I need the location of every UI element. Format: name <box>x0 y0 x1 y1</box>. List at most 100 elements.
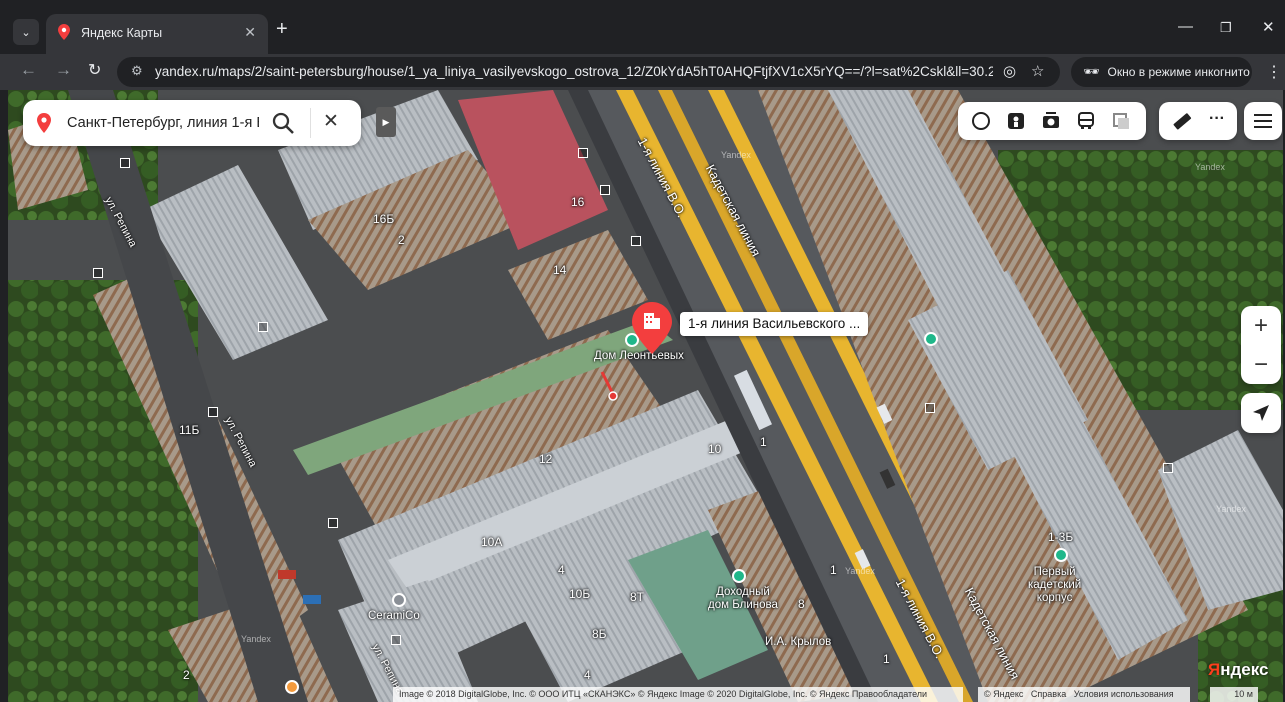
entrance-icon <box>328 518 338 528</box>
house-number-16b: 16Б <box>373 212 395 226</box>
poi-marker-icon[interactable] <box>924 332 938 346</box>
map-tools-panel: ··· <box>1159 102 1237 140</box>
entrance-number-2-lower: 2 <box>183 668 190 682</box>
watermark: Yandex <box>241 634 271 644</box>
house-number-8b: 8Б <box>592 627 607 641</box>
entrance-icon <box>120 158 130 168</box>
layers-icon[interactable] <box>1110 111 1132 131</box>
entrance-icon <box>208 407 218 417</box>
minimize-button[interactable]: — <box>1178 18 1193 35</box>
entrance-number-2: 2 <box>398 233 405 247</box>
panorama-icon[interactable] <box>1005 111 1027 131</box>
active-tab[interactable]: Яндекс Карты ✕ <box>46 14 268 54</box>
map-scale: 10 м <box>1210 687 1258 702</box>
address-bar[interactable]: ⚙ yandex.ru/maps/2/saint-petersburg/hous… <box>117 57 1060 87</box>
poi-ceramico-icon[interactable] <box>392 593 406 607</box>
poi-blinov-label[interactable]: Доходный дом Блинова <box>708 586 778 612</box>
satellite-map[interactable]: 1-я линия В.О. Кадетская линия 1-я линия… <box>8 90 1283 702</box>
entrance-icon <box>258 322 268 332</box>
search-icon[interactable] <box>271 111 297 135</box>
yandex-logo[interactable]: Яндекс <box>1208 660 1268 680</box>
entrance-number-1: 1 <box>760 435 767 449</box>
entrance-icon <box>93 268 103 278</box>
logo-text: ндекс <box>1220 660 1269 679</box>
watermark: Yandex <box>1216 504 1246 514</box>
house-number-14: 14 <box>553 263 567 277</box>
zoom-in-button[interactable]: + <box>1241 306 1281 345</box>
forward-button[interactable]: → <box>55 60 72 80</box>
help-link[interactable]: Справка <box>1031 689 1066 699</box>
entrance-number-4-lower: 4 <box>584 668 591 682</box>
main-menu-button[interactable] <box>1244 102 1282 140</box>
watermark: Yandex <box>845 566 875 576</box>
restore-button[interactable]: ❐ <box>1220 20 1232 36</box>
poi-blinov-line1: Доходный <box>716 586 770 598</box>
house-number-11b: 11Б <box>179 423 200 437</box>
entrance-number-1-bottom: 1 <box>883 652 890 666</box>
camera-icon[interactable] <box>1040 111 1062 131</box>
imagery-copyright: Image © 2018 DigitalGlobe, Inc. © ООО ИТ… <box>393 687 963 702</box>
entrance-icon <box>925 403 935 413</box>
entrance-arrow-icon <box>600 371 618 401</box>
search-box: ✕ <box>23 100 361 146</box>
browser-toolbar: ← → ↻ ⚙ yandex.ru/maps/2/saint-petersbur… <box>0 54 1285 90</box>
map-layers-panel <box>958 102 1146 140</box>
browser-menu-icon[interactable]: ⋮ <box>1266 62 1282 82</box>
navigation-arrow-icon <box>1253 405 1269 421</box>
house-number-16: 16 <box>571 195 585 209</box>
house-number-1-3b: 1-3Б <box>1048 530 1074 544</box>
incognito-label: Окно в режиме инкогнито <box>1107 65 1250 79</box>
satellite-imagery <box>8 90 1283 702</box>
entrance-number-1-right: 1 <box>830 563 837 577</box>
house-number-12: 12 <box>539 452 553 466</box>
expand-panel-button[interactable]: ▶ <box>376 107 396 137</box>
location-pin-icon <box>37 113 51 133</box>
entrance-number-4: 4 <box>558 563 565 577</box>
tab-strip: ⌄ Яндекс Карты ✕ + — ❐ ✕ <box>0 0 1285 54</box>
entrance-icon <box>600 185 610 195</box>
tab-close-icon[interactable]: ✕ <box>244 24 256 41</box>
watermark: Yandex <box>721 150 751 160</box>
poi-cadet-corps-icon[interactable] <box>1054 548 1068 562</box>
poi-blinov-icon[interactable] <box>732 569 746 583</box>
hamburger-icon <box>1254 114 1272 128</box>
more-icon[interactable]: ··· <box>1209 110 1225 128</box>
yandex-maps-favicon-icon <box>58 24 70 40</box>
incognito-indicator[interactable]: 🕶 Окно в режиме инкогнито <box>1071 57 1252 87</box>
my-location-button[interactable] <box>1241 393 1281 433</box>
house-number-8t: 8Т <box>630 590 645 604</box>
ruler-icon[interactable] <box>1171 111 1193 131</box>
poi-cafe-icon[interactable] <box>285 680 299 694</box>
footer-links: © Яндекс Справка Условия использования <box>978 687 1190 702</box>
terms-link[interactable]: Условия использования <box>1074 689 1174 699</box>
entrance-icon <box>631 236 641 246</box>
map-layers-circle-icon[interactable] <box>970 111 992 131</box>
tab-title: Яндекс Карты <box>81 26 163 40</box>
zoom-control: + − <box>1241 306 1281 384</box>
reload-button[interactable]: ↻ <box>88 60 101 80</box>
zoom-out-button[interactable]: − <box>1241 345 1281 384</box>
yandex-copyright: © Яндекс <box>984 689 1024 699</box>
search-input[interactable] <box>67 113 259 133</box>
poi-ceramico-label[interactable]: CeramiCo <box>368 610 420 623</box>
selected-building-label[interactable]: 1-я линия Васильевского ... <box>680 312 869 336</box>
back-button[interactable]: ← <box>20 60 37 80</box>
close-window-button[interactable]: ✕ <box>1262 18 1275 36</box>
transport-icon[interactable] <box>1075 111 1097 131</box>
poi-cadet-corps-label[interactable]: Первый кадетский корпус <box>1028 566 1081 605</box>
browser-window: ⌄ Яндекс Карты ✕ + — ❐ ✕ ← → ↻ ⚙ yandex.… <box>0 0 1285 702</box>
site-info-icon[interactable]: ⚙ <box>131 63 143 79</box>
url-text[interactable]: yandex.ru/maps/2/saint-petersburg/house/… <box>155 64 993 79</box>
selected-building-marker-icon[interactable] <box>632 302 672 354</box>
tracking-eye-off-icon[interactable]: ◎ <box>1003 62 1016 80</box>
house-number-10a: 10А <box>481 535 503 549</box>
entrance-icon <box>1163 463 1173 473</box>
bookmark-star-icon[interactable]: ☆ <box>1031 62 1044 80</box>
clear-search-icon[interactable]: ✕ <box>323 110 339 133</box>
tab-search-button[interactable]: ⌄ <box>13 19 39 45</box>
new-tab-button[interactable]: + <box>276 18 288 41</box>
poi-krylov-label[interactable]: И.А. Крылов <box>765 636 831 649</box>
poi-blinov-line2: дом Блинова <box>708 599 778 611</box>
entrance-icon <box>391 635 401 645</box>
watermark: Yandex <box>1195 162 1225 172</box>
